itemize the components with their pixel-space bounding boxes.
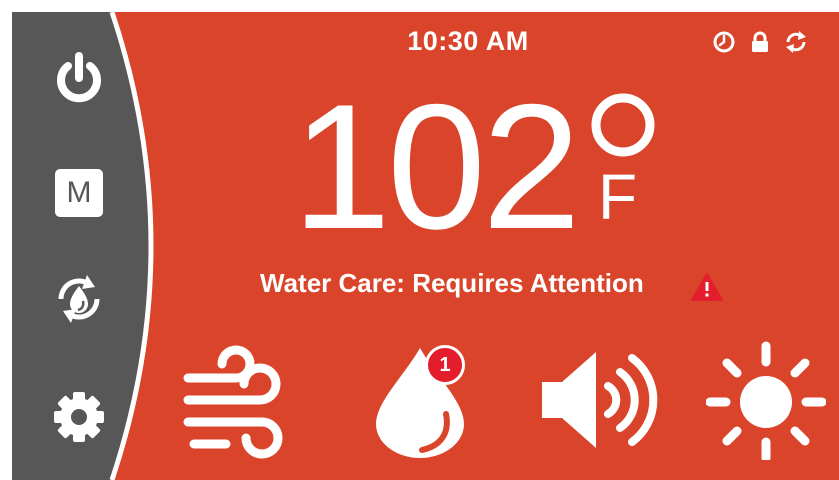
degree-symbol (591, 93, 655, 157)
warning-icon (691, 273, 723, 301)
clock-time: 10:30 AM (407, 26, 529, 56)
speaker-icon (542, 352, 658, 448)
gear-icon (54, 392, 104, 442)
temperature-unit: F (598, 161, 638, 233)
water-cycle-icon (58, 275, 100, 323)
spa-control-screen: M 10:30 AM 102 F Water Care: Requires At… (0, 0, 839, 480)
jets-button[interactable] (178, 340, 298, 460)
settings-button[interactable] (36, 374, 122, 460)
mode-icon: M (55, 169, 103, 217)
light-icon (705, 341, 827, 463)
lock-icon (752, 31, 768, 52)
wind-icon (183, 345, 283, 459)
temperature-value: 102 (292, 67, 581, 266)
water-cycle-button[interactable] (36, 256, 122, 342)
mode-label: M (66, 176, 92, 209)
notification-badge: 1 (425, 345, 465, 385)
water-care-status: Water Care: Requires Attention (260, 268, 644, 298)
power-icon (57, 52, 101, 103)
lights-button[interactable] (705, 340, 827, 463)
power-button[interactable] (36, 36, 122, 122)
sync-icon[interactable] (784, 30, 808, 54)
mode-button[interactable]: M (36, 150, 122, 236)
clock-icon (713, 31, 735, 53)
audio-button[interactable] (538, 340, 658, 460)
